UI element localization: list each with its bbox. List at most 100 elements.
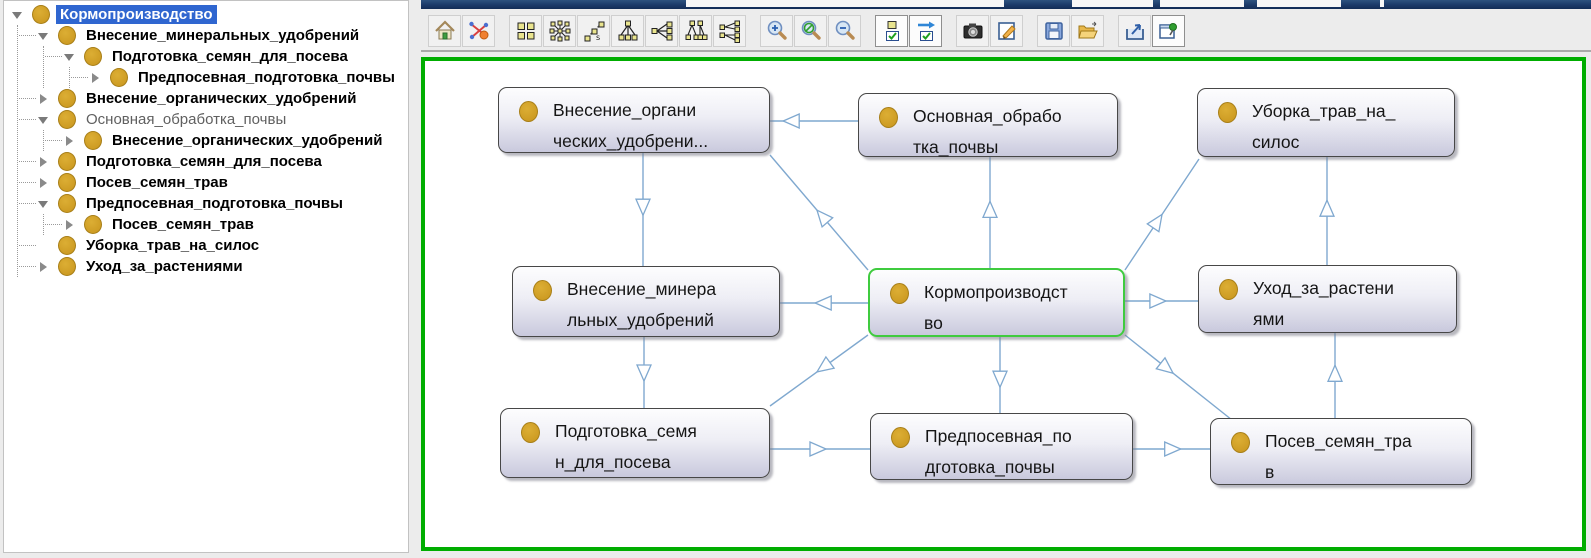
tab-fragment <box>1257 0 1341 7</box>
tree-row[interactable]: Кормопроизводство <box>12 4 408 25</box>
expand-arrow-icon[interactable] <box>64 136 84 146</box>
node-label: Кормопроизводство <box>924 270 1123 339</box>
class-icon <box>533 280 552 301</box>
class-icon <box>1218 102 1237 123</box>
tree-item-label[interactable]: Подготовка_семян_для_посева <box>108 47 352 66</box>
graph-node[interactable]: Подготовка_семян_для_посева <box>500 408 770 478</box>
class-icon <box>58 257 76 276</box>
tab-fragment <box>686 0 1004 7</box>
class-icon <box>32 5 50 24</box>
svg-text:s: s <box>596 33 600 42</box>
camera-button[interactable] <box>956 15 989 47</box>
tree-row[interactable]: Уход_за_растениями <box>38 256 408 277</box>
zoom-reset-button[interactable] <box>794 15 827 47</box>
collapse-arrow-icon[interactable] <box>38 195 58 213</box>
camera-icon <box>961 19 985 43</box>
tree-item-label[interactable]: Внесение_минеральных_удобрений <box>82 26 363 45</box>
graph-node[interactable]: Уход_за_растениями <box>1198 265 1457 333</box>
tree-row[interactable]: Подготовка_семян_для_посева <box>38 151 408 172</box>
ontograf-toolbar: s <box>421 11 1591 52</box>
pin-button[interactable] <box>1152 15 1185 47</box>
arc-checkbox-button[interactable] <box>909 15 942 47</box>
node-label: Посев_семян_трав <box>1265 419 1471 488</box>
pin-icon <box>1157 19 1181 43</box>
edit-view-button[interactable] <box>990 15 1023 47</box>
node-checkbox-icon <box>880 19 904 43</box>
tree-horizontal2-layout-button[interactable] <box>713 15 746 47</box>
grid-layout-icon <box>514 19 538 43</box>
node-checkbox-button[interactable] <box>875 15 908 47</box>
graph-node[interactable]: Основная_обработка_почвы <box>858 93 1118 157</box>
collapse-arrow-icon[interactable] <box>38 27 58 45</box>
tree-horizontal-layout-button[interactable] <box>645 15 678 47</box>
open-folder-icon <box>1076 19 1100 43</box>
class-icon <box>58 110 76 129</box>
graph-node[interactable]: Предпосевная_подготовка_почвы <box>870 413 1133 480</box>
tree-row[interactable]: Уборка_трав_на_силос <box>38 235 408 256</box>
tab-fragment <box>1380 0 1384 7</box>
spring-layout-button[interactable]: s <box>577 15 610 47</box>
expand-arrow-icon[interactable] <box>90 73 110 83</box>
tree-item-label[interactable]: Предпосевная_подготовка_почвы <box>82 194 347 213</box>
tree-row[interactable]: Внесение_органических_удобрений <box>64 130 408 151</box>
collapse-arrow-icon[interactable] <box>12 6 32 24</box>
class-icon <box>891 427 910 448</box>
open-folder-button[interactable] <box>1071 15 1104 47</box>
save-button[interactable] <box>1037 15 1070 47</box>
tree-horizontal-layout-icon <box>650 19 674 43</box>
expand-arrow-icon[interactable] <box>38 94 58 104</box>
grid-layout-button[interactable] <box>509 15 542 47</box>
graph-node-selected[interactable]: Кормопроизводство <box>868 268 1125 337</box>
network-button[interactable] <box>462 15 495 47</box>
tree-item-label[interactable]: Основная_обработка_почвы <box>82 110 290 129</box>
tree-item-label[interactable]: Предпосевная_подготовка_почвы <box>134 68 399 87</box>
class-icon <box>58 26 76 45</box>
graph-node[interactable]: Посев_семян_трав <box>1210 418 1472 485</box>
zoom-in-button[interactable] <box>760 15 793 47</box>
class-icon <box>58 152 76 171</box>
tree-item-label[interactable]: Кормопроизводство <box>56 5 217 24</box>
zoom-out-button[interactable] <box>828 15 861 47</box>
expand-arrow-icon[interactable] <box>64 220 84 230</box>
tree-row[interactable]: Внесение_органических_удобрений <box>38 88 408 109</box>
tree-item-label[interactable]: Уборка_трав_на_силос <box>82 236 263 255</box>
class-icon <box>58 236 76 255</box>
class-tree: Кормопроизводство Внесение_минеральных_уд… <box>4 1 408 277</box>
tree-item-label[interactable]: Уход_за_растениями <box>82 257 247 276</box>
class-icon <box>890 283 909 304</box>
graph-node[interactable]: Уборка_трав_на_силос <box>1197 88 1455 157</box>
home-button[interactable] <box>428 15 461 47</box>
save-icon <box>1042 19 1066 43</box>
class-icon <box>1231 432 1250 453</box>
expand-arrow-icon[interactable] <box>38 157 58 167</box>
graph-node[interactable]: Внесение_органических_удобрени... <box>498 87 770 153</box>
tree-item-label[interactable]: Посев_семян_трав <box>108 215 258 234</box>
collapse-arrow-icon[interactable] <box>38 111 58 129</box>
tree-row[interactable]: Внесение_минеральных_удобрений <box>38 25 408 46</box>
export-button[interactable] <box>1118 15 1151 47</box>
graph-canvas[interactable]: Внесение_органических_удобрени... Основна… <box>421 57 1586 551</box>
tree-item-label[interactable]: Посев_семян_трав <box>82 173 232 192</box>
tree-item-label[interactable]: Внесение_органических_удобрений <box>82 89 360 108</box>
tree-row[interactable]: Основная_обработка_почвы <box>38 109 408 130</box>
tree-item-label[interactable]: Подготовка_семян_для_посева <box>82 152 326 171</box>
expand-arrow-icon[interactable] <box>38 178 58 188</box>
tree-row[interactable]: Предпосевная_подготовка_почвы <box>38 193 408 214</box>
tree-row[interactable]: Предпосевная_подготовка_почвы <box>90 67 408 88</box>
tree-vertical2-layout-button[interactable] <box>679 15 712 47</box>
class-icon <box>879 107 898 128</box>
tree-row[interactable]: Посев_семян_трав <box>38 172 408 193</box>
node-label: Внесение_минеральных_удобрений <box>567 267 779 336</box>
class-icon <box>58 173 76 192</box>
toolbar-group <box>760 15 862 47</box>
radial-layout-button[interactable] <box>543 15 576 47</box>
tree-vertical-layout-button[interactable] <box>611 15 644 47</box>
tree-item-label[interactable]: Внесение_органических_удобрений <box>108 131 386 150</box>
expand-arrow-icon[interactable] <box>38 262 58 272</box>
collapse-arrow-icon[interactable] <box>64 48 84 66</box>
radial-layout-icon <box>548 19 572 43</box>
tree-row[interactable]: Посев_семян_трав <box>64 214 408 235</box>
tree-row[interactable]: Подготовка_семян_для_посева <box>64 46 408 67</box>
graph-node[interactable]: Внесение_минеральных_удобрений <box>512 266 780 337</box>
node-label: Предпосевная_подготовка_почвы <box>925 414 1132 483</box>
